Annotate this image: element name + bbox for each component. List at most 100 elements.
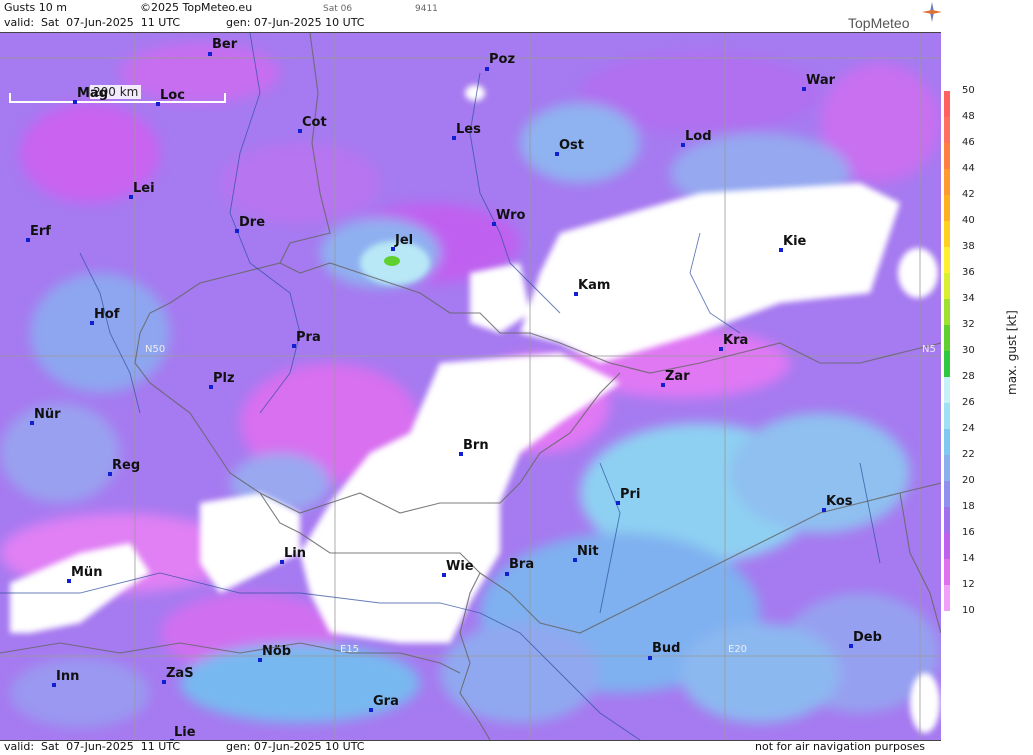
city-label: Hof — [94, 307, 120, 322]
legend-tick-label: 28 — [962, 371, 975, 382]
city-marker — [648, 656, 652, 660]
legend-tick-label: 44 — [962, 163, 975, 174]
legend-tick-label: 30 — [962, 345, 975, 356]
legend-swatch — [944, 91, 950, 117]
city-label: Inn — [56, 669, 80, 684]
legend-swatch — [944, 533, 950, 559]
legend-swatch — [944, 299, 950, 325]
legend-tick-label: 34 — [962, 293, 975, 304]
city-label: Kra — [723, 333, 749, 348]
legend-tick-label: 32 — [962, 319, 975, 330]
legend-tick-label: 46 — [962, 137, 975, 148]
legend-swatch — [944, 195, 950, 221]
footer-valid: valid: Sat 07-Jun-2025 11 UTC — [4, 740, 181, 753]
city-label: Mün — [71, 565, 103, 580]
city-marker — [485, 67, 489, 71]
city-label: Ber — [212, 37, 238, 52]
city-label: Ost — [559, 138, 585, 153]
lat-label: N50 — [145, 344, 166, 355]
legend-tick-label: 40 — [962, 215, 975, 226]
city-label: Lie — [174, 725, 196, 740]
city-label: Bud — [652, 641, 681, 656]
legend-swatch — [944, 273, 950, 299]
legend-tick-label: 38 — [962, 241, 975, 252]
lon-label-e15: E15 — [340, 644, 360, 655]
compass-logo-icon — [922, 2, 942, 22]
city-label: Nür — [34, 407, 61, 422]
city-label: Lin — [284, 546, 306, 561]
city-label: Cot — [302, 115, 327, 130]
legend-swatch — [944, 169, 950, 195]
city-label: ZaS — [166, 666, 194, 681]
legend-tick-label: 36 — [962, 267, 975, 278]
copyright-text: ©2025 TopMeteo.eu — [140, 1, 253, 14]
city-label: Gra — [373, 694, 399, 709]
legend-swatch — [944, 117, 950, 143]
city-label: Pri — [620, 487, 641, 502]
city-label: Kos — [826, 494, 853, 509]
city-label: Deb — [853, 630, 882, 645]
legend-tick-label: 20 — [962, 475, 975, 486]
city-label: War — [806, 73, 836, 88]
code-label: 9411 — [415, 4, 438, 14]
legend-swatch — [944, 559, 950, 585]
footer-gen: gen: 07-Jun-2025 10 UTC — [226, 740, 365, 753]
legend-swatch — [944, 403, 950, 429]
city-label: Kam — [578, 278, 611, 293]
legend-title: max. gust [kt] — [1005, 310, 1019, 395]
legend-tick-label: 50 — [962, 85, 975, 96]
map-title: Gusts 10 m — [4, 1, 67, 14]
city-label: Plz — [213, 371, 235, 386]
city-label: Kie — [783, 234, 807, 249]
legend-swatch — [944, 429, 950, 455]
city-label: Lod — [685, 129, 712, 144]
gen-time: gen: 07-Jun-2025 10 UTC — [226, 16, 365, 29]
legend-tick-label: 22 — [962, 449, 975, 460]
weather-map[interactable]: 200 km N50 N5 E15 E20 Ber Poz War Mag Lo… — [0, 33, 941, 740]
legend-tick-label: 48 — [962, 111, 975, 122]
city-marker — [505, 572, 509, 576]
city-label: Mag — [77, 86, 109, 101]
legend-swatch — [944, 455, 950, 481]
city-label: Jel — [395, 233, 414, 248]
legend-swatch — [944, 377, 950, 403]
legend-tick-label: 12 — [962, 579, 975, 590]
legend-tick-label: 18 — [962, 501, 975, 512]
legend-swatch — [944, 325, 950, 351]
city-label: Zar — [665, 369, 690, 384]
topmeteo-logo: TopMeteo — [848, 15, 910, 31]
lat-label-right: N5 — [922, 344, 936, 355]
legend-tick-label: 16 — [962, 527, 975, 538]
city-label: Wie — [446, 559, 474, 574]
legend-tick-label: 24 — [962, 423, 975, 434]
city-label: Loc — [160, 88, 185, 103]
city-label: Erf — [30, 224, 51, 239]
valid-time: valid: Sat 07-Jun-2025 11 UTC — [4, 16, 181, 29]
city-label: Lei — [133, 181, 155, 196]
city-label: Bra — [509, 557, 535, 572]
legend-swatch — [944, 507, 950, 533]
city-label: Nöb — [262, 644, 292, 659]
legend-swatch — [944, 221, 950, 247]
city-label: Wro — [496, 208, 526, 223]
lon-label-e20: E20 — [728, 644, 748, 655]
city-label: Dre — [239, 215, 266, 230]
disclaimer: not for air navigation purposes — [755, 740, 925, 753]
legend-swatch — [944, 481, 950, 507]
city-marker — [208, 52, 212, 56]
legend-tick-label: 42 — [962, 189, 975, 200]
gust-field-map — [0, 33, 941, 740]
footer-bar: valid: Sat 07-Jun-2025 11 UTC gen: 07-Ju… — [0, 740, 941, 755]
legend-tick-label: 10 — [962, 605, 975, 616]
legend-swatch — [944, 351, 950, 377]
legend-tick-label: 14 — [962, 553, 975, 564]
legend-swatch — [944, 143, 950, 169]
run-label: Sat 06 — [323, 4, 353, 14]
city-label: Les — [456, 122, 481, 137]
color-legend — [941, 0, 1033, 754]
city-label: Nit — [577, 544, 599, 559]
city-label: Poz — [489, 52, 516, 67]
header-bar: Gusts 10 m ©2025 TopMeteo.eu Sat 06 9411… — [0, 0, 942, 33]
legend-swatch — [944, 585, 950, 611]
city-label: Brn — [463, 438, 489, 453]
